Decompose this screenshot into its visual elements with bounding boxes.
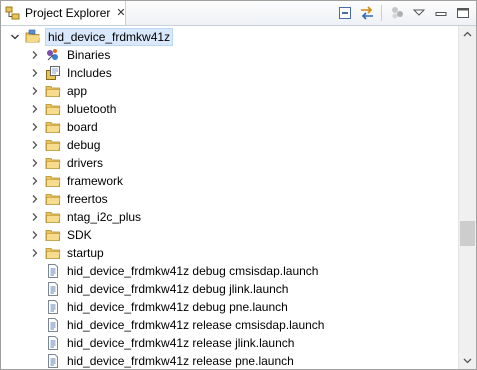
tree-item-label: hid_device_frdmkw41z release pne.launch (67, 354, 294, 368)
tree-item-includes[interactable]: Includes (29, 64, 114, 82)
tree-item-label: board (67, 120, 98, 134)
chevron-right-icon[interactable] (29, 118, 41, 136)
tree-item-label: hid_device_frdmkw41z release jlink.launc… (67, 336, 295, 350)
tree-item-file[interactable]: hid_device_frdmkw41z release pne.launch (29, 352, 296, 369)
tree-item-label: ntag_i2c_plus (67, 210, 142, 224)
tree-item-file[interactable]: hid_device_frdmkw41z release jlink.launc… (29, 334, 296, 352)
chevron-right-icon[interactable] (29, 208, 41, 226)
folder-icon (45, 173, 61, 189)
tree-item-folder[interactable]: ntag_i2c_plus (29, 208, 143, 226)
view-menu-icon[interactable] (410, 4, 428, 22)
view-header: Project Explorer ✕ (1, 1, 476, 26)
chevron-right-icon[interactable] (29, 46, 41, 64)
tab-project-explorer[interactable]: Project Explorer ✕ (1, 1, 126, 25)
toolbar-separator (381, 5, 382, 21)
tree-item-label: startup (67, 246, 104, 260)
tree-item-label: bluetooth (67, 102, 117, 116)
launch-file-icon (45, 317, 61, 333)
tree-item-folder[interactable]: drivers (29, 154, 105, 172)
tree-item-folder[interactable]: debug (29, 136, 102, 154)
tree-item-label: framework (67, 174, 124, 188)
tree-item-folder[interactable]: framework (29, 172, 125, 190)
chevron-right-icon[interactable] (29, 172, 41, 190)
launch-file-icon (45, 335, 61, 351)
project-explorer-icon (5, 5, 21, 21)
maximize-icon[interactable] (454, 4, 472, 22)
view-title: Project Explorer (25, 6, 111, 20)
chevron-down-icon[interactable] (9, 28, 21, 46)
launch-file-icon (45, 299, 61, 315)
tree-item-file[interactable]: hid_device_frdmkw41z debug cmsisdap.laun… (29, 262, 320, 280)
chevron-right-icon[interactable] (29, 154, 41, 172)
chevron-right-icon[interactable] (29, 82, 41, 100)
tree-item-label: hid_device_frdmkw41z release cmsisdap.la… (67, 318, 325, 332)
launch-file-icon (45, 353, 61, 369)
launch-file-icon (45, 263, 61, 279)
tree-item-label: app (67, 84, 88, 98)
folder-icon (45, 245, 61, 261)
tree-item-folder[interactable]: app (29, 82, 89, 100)
project-folder-icon (25, 29, 41, 45)
chevron-right-icon[interactable] (29, 244, 41, 262)
includes-icon (45, 65, 61, 81)
tree-item-label: hid_device_frdmkw41z debug pne.launch (67, 300, 288, 314)
vertical-scrollbar[interactable] (458, 26, 476, 369)
tree-item-label: Includes (67, 66, 112, 80)
chevron-right-icon[interactable] (29, 64, 41, 82)
tree-item-folder[interactable]: startup (29, 244, 106, 262)
tree-item-folder[interactable]: bluetooth (29, 100, 118, 118)
tree-item-folder[interactable]: SDK (29, 226, 94, 244)
folder-icon (45, 191, 61, 207)
folder-icon (45, 83, 61, 99)
project-explorer-view: Project Explorer ✕ hid_device_frdmkw41z … (0, 0, 477, 370)
tree-item-file[interactable]: hid_device_frdmkw41z debug pne.launch (29, 298, 290, 316)
tree-item-binaries[interactable]: Binaries (29, 46, 112, 64)
tree-item-label: drivers (67, 156, 104, 170)
tree-item-file[interactable]: hid_device_frdmkw41z release cmsisdap.la… (29, 316, 326, 334)
link-with-editor-icon[interactable] (358, 4, 376, 22)
chevron-right-icon[interactable] (29, 226, 41, 244)
view-toolbar (332, 4, 472, 22)
folder-icon (45, 101, 61, 117)
tree-item-label: hid_device_frdmkw41z debug cmsisdap.laun… (67, 264, 319, 278)
chevron-right-icon[interactable] (29, 136, 41, 154)
filter-icon[interactable] (388, 4, 406, 22)
tree-item-label: hid_device_frdmkw41z debug jlink.launch (67, 282, 289, 296)
tree-item-project[interactable]: hid_device_frdmkw41z (9, 28, 174, 46)
folder-icon (45, 119, 61, 135)
tree-item-folder[interactable]: board (29, 118, 100, 136)
project-label: hid_device_frdmkw41z (45, 28, 174, 46)
scrollbar-thumb[interactable] (460, 221, 475, 246)
folder-icon (45, 227, 61, 243)
scroll-up-icon[interactable] (459, 26, 476, 43)
close-icon[interactable]: ✕ (116, 7, 125, 19)
tree-item-label: freertos (67, 192, 108, 206)
tree-item-folder[interactable]: freertos (29, 190, 110, 208)
project-tree: hid_device_frdmkw41z Binaries Includes app… (1, 26, 459, 369)
chevron-right-icon[interactable] (29, 100, 41, 118)
minimize-icon[interactable] (432, 4, 450, 22)
folder-icon (45, 209, 61, 225)
launch-file-icon (45, 281, 61, 297)
binaries-icon (45, 47, 61, 63)
folder-icon (45, 137, 61, 153)
tree-item-file[interactable]: hid_device_frdmkw41z debug jlink.launch (29, 280, 290, 298)
collapse-all-icon[interactable] (336, 4, 354, 22)
tree-item-label: SDK (67, 228, 92, 242)
tree-item-label: Binaries (67, 48, 111, 62)
tree-item-label: debug (67, 138, 101, 152)
chevron-right-icon[interactable] (29, 190, 41, 208)
folder-icon (45, 155, 61, 171)
scroll-down-icon[interactable] (459, 352, 476, 369)
